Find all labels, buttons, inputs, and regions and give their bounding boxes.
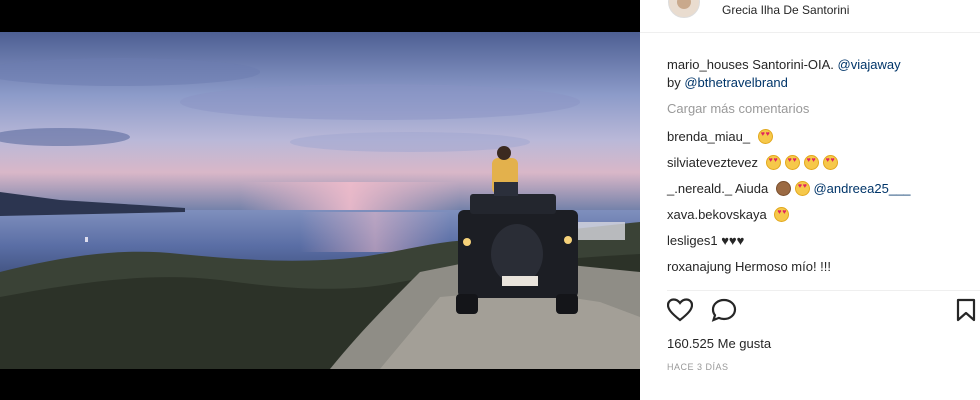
caption-text: Santorini-OIA. <box>748 57 838 72</box>
monkey-emoji-icon <box>775 181 791 196</box>
comment-text: Aiuda <box>732 181 769 196</box>
comment-username[interactable]: brenda_miau_ <box>667 129 750 144</box>
comment-username[interactable]: silviateveztevez <box>667 155 758 170</box>
comment-row: roxanajung Hermoso mío! !!! <box>667 255 972 281</box>
post-timestamp: HACE 3 DÍAS <box>667 362 729 372</box>
comment-row: _.nereald._ Aiuda @andreea25___ <box>667 177 972 203</box>
load-more-comments[interactable]: Cargar más comentarios <box>667 100 972 118</box>
post-media <box>0 0 640 400</box>
location-link[interactable]: Grecia Ilha De Santorini <box>722 3 849 17</box>
caption-mention[interactable]: @viajaway <box>838 57 901 72</box>
likes-label: Me gusta <box>714 336 772 351</box>
divider <box>667 290 980 291</box>
avatar[interactable] <box>668 0 700 18</box>
heart-eyes-emoji-icon <box>774 207 790 222</box>
post-photo[interactable] <box>0 32 640 369</box>
heart-eyes-emoji-icon <box>757 129 773 144</box>
heart-icon[interactable] <box>666 298 694 327</box>
comment-icon[interactable] <box>711 298 737 327</box>
heart-eyes-emoji-icon <box>794 181 810 196</box>
comment-mention[interactable]: @andreea25___ <box>813 181 910 196</box>
caption-mention[interactable]: @bthetravelbrand <box>684 75 788 90</box>
comment-username[interactable]: lesliges1 <box>667 233 718 248</box>
comment-row: brenda_miau_ <box>667 125 972 151</box>
heart-eyes-emoji-icon <box>784 155 800 170</box>
comment-username[interactable]: roxanajung <box>667 259 731 274</box>
likes-count[interactable]: 160.525 Me gusta <box>667 336 771 351</box>
comments-section: mario_houses Santorini-OIA. @viajaway by… <box>667 56 972 281</box>
action-bar <box>666 298 980 327</box>
post-header: Grecia Ilha De Santorini <box>640 0 980 33</box>
comment-row: silviateveztevez <box>667 151 972 177</box>
post-sidebar: Grecia Ilha De Santorini mario_houses Sa… <box>640 0 980 400</box>
caption: mario_houses Santorini-OIA. @viajaway by… <box>667 56 972 92</box>
comment-row: lesliges1 ♥♥♥ <box>667 229 972 255</box>
comment-text: Hermoso mío! !!! <box>731 259 832 274</box>
caption-by: by <box>667 75 685 90</box>
caption-username[interactable]: mario_houses <box>667 57 749 72</box>
heart-eyes-emoji-icon <box>765 155 781 170</box>
comment-username[interactable]: xava.bekovskaya <box>667 207 767 222</box>
comment-row: xava.bekovskaya <box>667 203 972 229</box>
heart-eyes-emoji-icon <box>803 155 819 170</box>
bookmark-icon[interactable] <box>955 298 977 327</box>
comment-username[interactable]: _.nereald._ <box>667 181 732 196</box>
heart-eyes-emoji-icon <box>822 155 838 170</box>
comment-text: ♥♥♥ <box>717 233 745 248</box>
likes-number: 160.525 <box>667 336 714 351</box>
